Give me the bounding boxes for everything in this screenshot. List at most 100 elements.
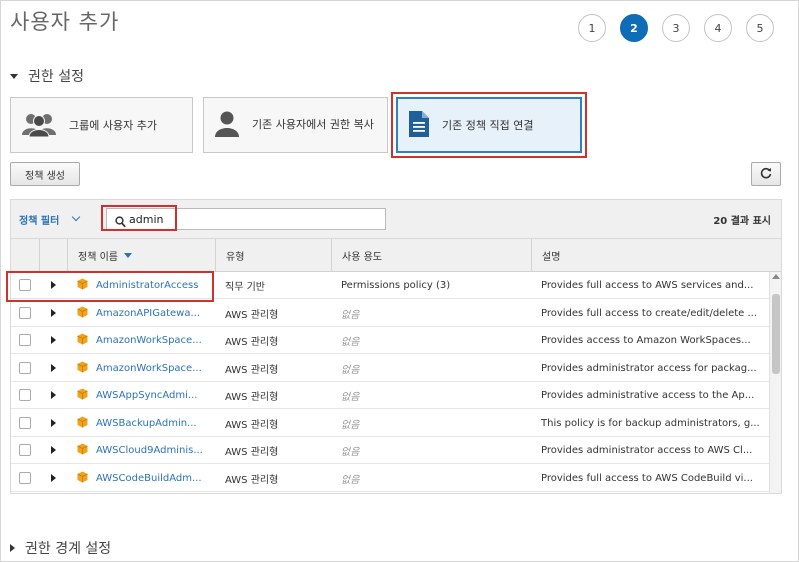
policy-name-cell: AWSAppSyncAdmi... bbox=[67, 382, 215, 409]
add-to-group-option[interactable]: 그룹에 사용자 추가 bbox=[10, 97, 193, 153]
policy-cube-icon bbox=[77, 361, 88, 376]
row-checkbox[interactable] bbox=[19, 334, 31, 346]
policy-cube-icon bbox=[77, 306, 88, 321]
policy-cube-icon bbox=[77, 388, 88, 403]
row-checkbox[interactable] bbox=[19, 416, 31, 429]
row-checkbox[interactable] bbox=[19, 279, 31, 291]
policy-description-cell: Provides administrator access for packag… bbox=[541, 362, 757, 374]
policy-type-cell: AWS 관리형 bbox=[225, 309, 279, 321]
table-row[interactable]: AmazonWorkSpace... AWS 관리형 없음 Provides acce… bbox=[11, 327, 781, 354]
create-policy-button[interactable]: 정책 생성 bbox=[10, 162, 80, 186]
scroll-thumb[interactable] bbox=[772, 294, 780, 374]
copy-permissions-label: 기존 사용자에서 권한 복사 bbox=[252, 118, 374, 131]
policy-name-header-label: 정책 이름 bbox=[78, 252, 118, 263]
policy-name-cell: AdministratorAccess bbox=[67, 272, 215, 299]
policy-usage-cell: 없음 bbox=[341, 364, 360, 376]
type-header[interactable]: 유형 bbox=[215, 239, 331, 272]
expand-row-icon[interactable] bbox=[51, 308, 56, 317]
permissions-section-toggle[interactable]: 권한 설정 bbox=[10, 66, 84, 86]
policy-usage-cell: 없음 bbox=[341, 474, 360, 486]
attach-policies-label: 기존 정책 직접 연결 bbox=[442, 119, 534, 132]
description-header[interactable]: 설명 bbox=[531, 239, 781, 272]
expand-row-icon[interactable] bbox=[51, 473, 56, 482]
policy-search-input[interactable] bbox=[129, 212, 379, 226]
row-checkbox[interactable] bbox=[19, 444, 31, 456]
step-indicator: 1 2 3 4 5 bbox=[578, 14, 788, 42]
policy-description-cell: This policy is for backup administrators… bbox=[541, 417, 760, 429]
refresh-icon bbox=[760, 167, 772, 182]
table-row[interactable]: AWSCloud9Adminis... AWS 관리형 없음 Provides adm… bbox=[11, 437, 781, 464]
boundary-section-title: 권한 경계 설정 bbox=[25, 541, 112, 557]
expand-row-icon[interactable] bbox=[51, 391, 56, 399]
expand-row-icon[interactable] bbox=[51, 281, 56, 289]
policy-description-cell: Provides administrative access to the Ap… bbox=[541, 390, 755, 401]
policy-type-cell: AWS 관리형 bbox=[225, 419, 279, 431]
result-count: 20 결과 표시 bbox=[713, 216, 771, 227]
table-row[interactable]: AWSAppSyncAdmi... AWS 관리형 없음 Provides admin… bbox=[11, 382, 781, 409]
policy-cube-icon bbox=[77, 278, 88, 293]
policy-name-link[interactable]: AWSBackupAdmin... bbox=[96, 418, 197, 429]
table-row[interactable]: AmazonWorkSpace... AWS 관리형 없음 Provides admi… bbox=[11, 355, 781, 382]
copy-permissions-option[interactable]: 기존 사용자에서 권한 복사 bbox=[203, 97, 388, 153]
table-row[interactable]: AWSCodeBuildAdm... AWS 관리형 없음 Provides full… bbox=[11, 465, 781, 492]
policy-type-cell: AWS 관리형 bbox=[225, 364, 279, 376]
policy-name-link[interactable]: AWSAppSyncAdmi... bbox=[96, 390, 197, 401]
row-checkbox[interactable] bbox=[19, 389, 31, 401]
refresh-button[interactable] bbox=[751, 162, 781, 186]
policy-cube-icon bbox=[77, 471, 88, 486]
policy-type-cell: AWS 관리형 bbox=[225, 447, 279, 458]
caret-down-icon bbox=[10, 73, 18, 79]
row-checkbox[interactable] bbox=[19, 306, 31, 319]
step-3[interactable]: 3 bbox=[662, 14, 690, 42]
policy-usage-cell: 없음 bbox=[341, 309, 360, 321]
policy-cube-icon bbox=[77, 416, 88, 431]
policy-name-cell: AWSCloud9Adminis... bbox=[67, 437, 215, 464]
expand-row-icon[interactable] bbox=[51, 418, 56, 427]
step-5[interactable]: 5 bbox=[746, 14, 774, 42]
table-row[interactable]: AmazonAPIGatewa... AWS 관리형 없음 Provides full… bbox=[11, 300, 781, 327]
step-4[interactable]: 4 bbox=[704, 14, 732, 42]
policy-filter-dropdown[interactable]: 정책 필터 bbox=[19, 212, 59, 227]
policy-name-cell: AWSCodeBuildAdm... bbox=[67, 465, 215, 492]
step-2[interactable]: 2 bbox=[620, 14, 648, 42]
usage-header[interactable]: 사용 용도 bbox=[331, 239, 531, 272]
expand-row-icon[interactable] bbox=[51, 446, 56, 454]
table-row[interactable]: AWSBackupAdmin... AWS 관리형 없음 This policy is… bbox=[11, 410, 781, 437]
policy-description-cell: Provides full access to create/edit/dele… bbox=[541, 307, 758, 319]
policy-name-link[interactable]: AWSCloud9Adminis... bbox=[96, 445, 203, 456]
expand-row-icon[interactable] bbox=[51, 336, 56, 344]
table-header: 정책 이름 유형 사용 용도 설명 bbox=[11, 239, 781, 272]
policy-description-cell: Provides full access to AWS CodeBuild vi… bbox=[541, 472, 753, 484]
policy-name-header[interactable]: 정책 이름 bbox=[67, 239, 215, 272]
policy-name-cell: AmazonWorkSpace... bbox=[67, 327, 215, 354]
add-to-group-label: 그룹에 사용자 추가 bbox=[69, 119, 157, 132]
policy-name-cell: AmazonAPIGatewa... bbox=[67, 300, 215, 327]
policy-usage-cell: 없음 bbox=[341, 419, 360, 431]
policy-name-link[interactable]: AdministratorAccess bbox=[96, 280, 198, 291]
policy-description-cell: Provides administrator access to AWS Cl.… bbox=[541, 445, 753, 456]
step-1[interactable]: 1 bbox=[578, 14, 606, 42]
table-row[interactable]: AdministratorAccess 직무 기반 Permissions poli… bbox=[11, 272, 781, 299]
scroll-up-icon[interactable] bbox=[772, 274, 780, 279]
boundary-section-toggle[interactable]: 권한 경계 설정 bbox=[10, 538, 111, 558]
policy-description-cell: Provides access to Amazon WorkSpaces... bbox=[541, 335, 751, 346]
attach-policies-option[interactable]: 기존 정책 직접 연결 bbox=[396, 97, 582, 153]
policy-type-cell: AWS 관리형 bbox=[225, 474, 279, 486]
policy-name-cell: AWSBackupAdmin... bbox=[67, 410, 215, 437]
policy-cube-icon bbox=[77, 443, 88, 458]
policy-name-link[interactable]: AmazonWorkSpace... bbox=[96, 363, 202, 374]
expand-row-icon[interactable] bbox=[51, 363, 56, 372]
row-checkbox[interactable] bbox=[19, 361, 31, 374]
policy-name-link[interactable]: AWSCodeBuildAdm... bbox=[96, 473, 202, 484]
policy-name-link[interactable]: AmazonAPIGatewa... bbox=[96, 308, 200, 319]
policy-name-link[interactable]: AmazonWorkSpace... bbox=[96, 335, 202, 346]
table-scrollbar[interactable] bbox=[769, 272, 781, 493]
chevron-down-icon[interactable] bbox=[71, 212, 81, 222]
policy-type-cell: AWS 관리형 bbox=[225, 392, 279, 403]
policy-table: 정책 이름 유형 사용 용도 설명 AdministratorAccess 직무 … bbox=[10, 238, 782, 494]
row-checkbox[interactable] bbox=[19, 471, 31, 484]
filter-bar: 정책 필터 20 결과 표시 bbox=[10, 199, 782, 238]
policy-type-cell: 직무 기반 bbox=[225, 282, 265, 293]
policy-usage-cell: 없음 bbox=[341, 337, 360, 348]
policy-search-box[interactable] bbox=[106, 208, 386, 230]
